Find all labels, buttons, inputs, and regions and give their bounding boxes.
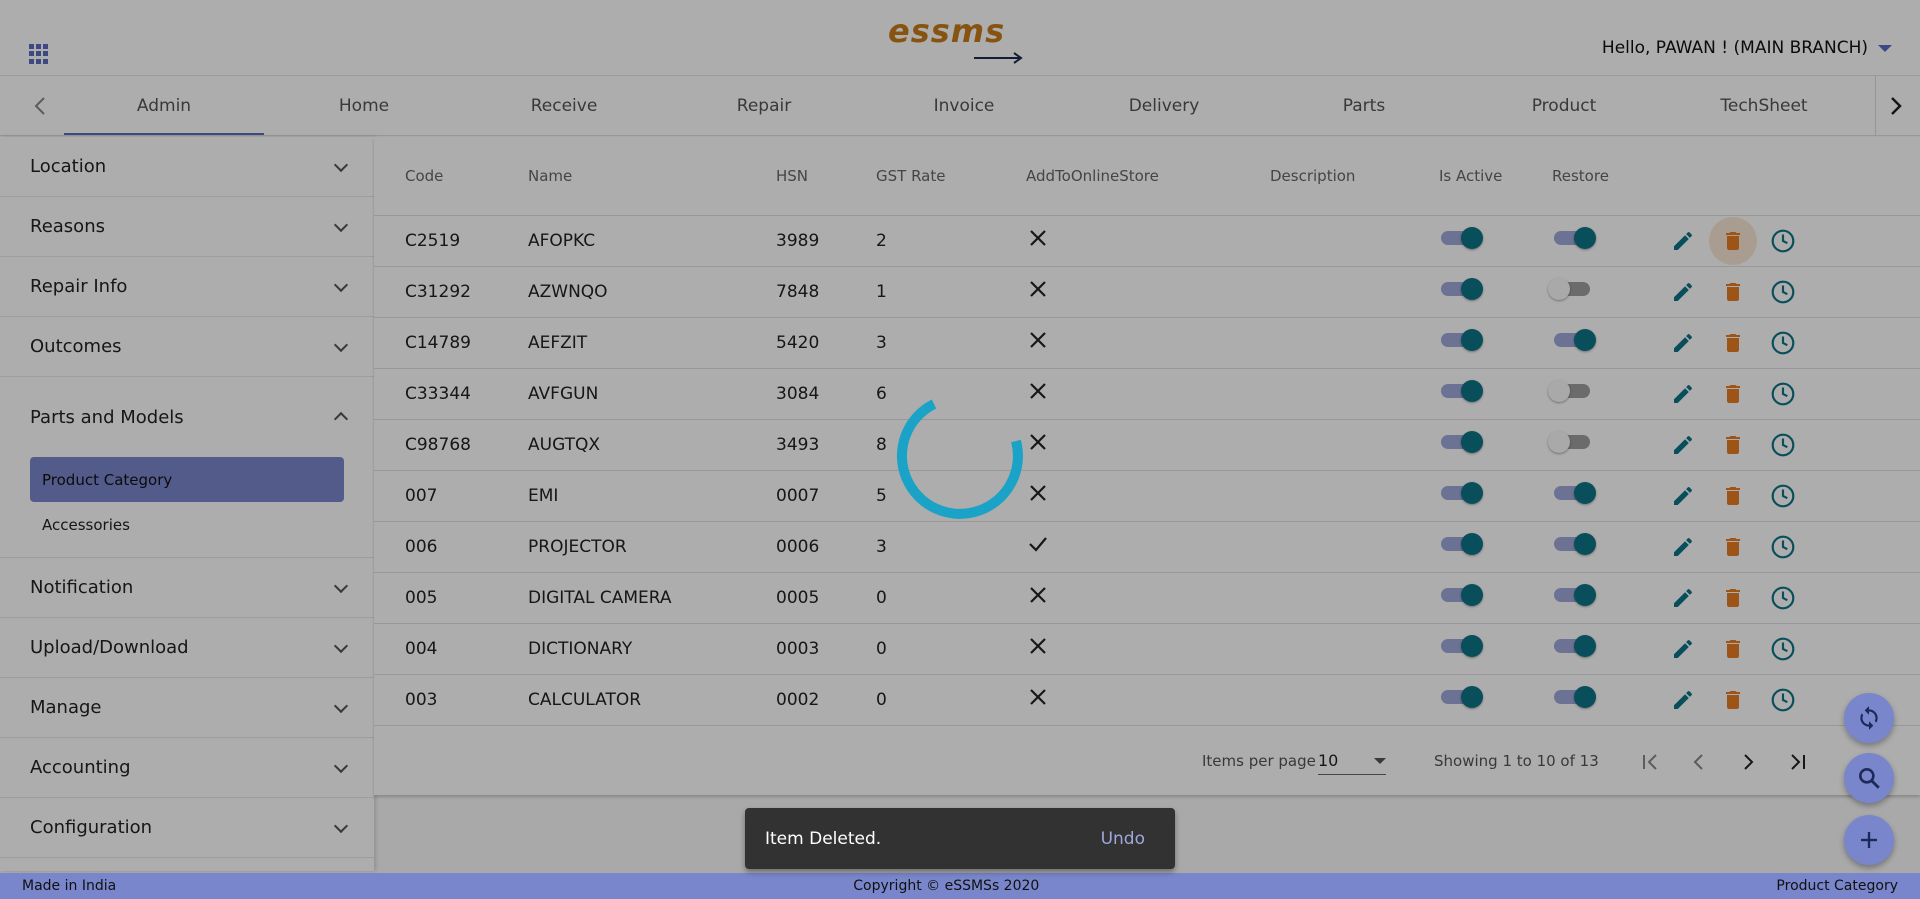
add-button[interactable] bbox=[1844, 815, 1894, 865]
footer-current-page: Product Category bbox=[1776, 878, 1898, 894]
search-icon bbox=[1859, 768, 1880, 789]
footer-made-in: Made in India bbox=[22, 878, 117, 894]
snackbar-message: Item Deleted. bbox=[765, 828, 882, 849]
footer-copyright: Copyright © eSSMSs 2020 bbox=[853, 878, 1040, 894]
loading-spinner-icon bbox=[896, 399, 1023, 519]
app-footer: Made in India Copyright © eSSMSs 2020 Pr… bbox=[0, 873, 1920, 899]
search-button[interactable] bbox=[1844, 753, 1894, 803]
refresh-button[interactable] bbox=[1844, 693, 1894, 743]
plus-icon bbox=[1861, 832, 1877, 848]
refresh-icon bbox=[1860, 706, 1878, 730]
undo-button[interactable]: Undo bbox=[1101, 829, 1145, 849]
snackbar: Item Deleted. Undo bbox=[745, 808, 1175, 869]
